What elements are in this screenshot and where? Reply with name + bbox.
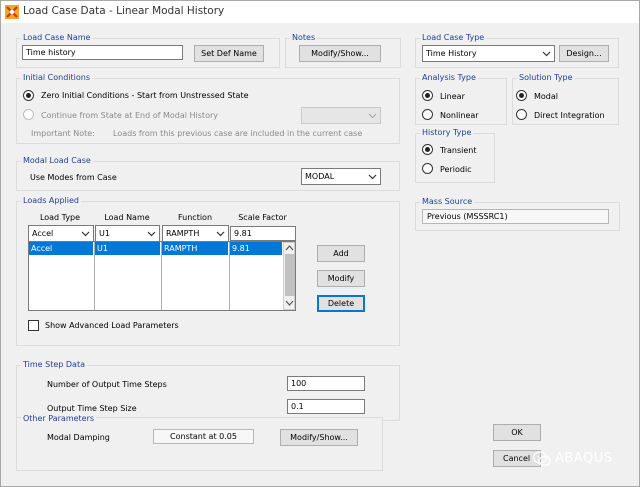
load-type-value: Accel (32, 229, 54, 238)
transient-radio[interactable] (422, 144, 433, 155)
periodic-label: Periodic (440, 165, 472, 174)
analysis-type-label: Analysis Type (420, 72, 478, 84)
use-modes-label: Use Modes from Case (30, 173, 117, 182)
column-divider (161, 242, 162, 310)
modal-damping-label: Modal Damping (47, 433, 110, 442)
watermark-text: ABAQUS (555, 451, 613, 466)
chevron-down-icon (542, 51, 551, 57)
linear-radio[interactable] (422, 90, 433, 101)
chevron-down-icon (368, 113, 377, 119)
load-name-select[interactable]: U1 (95, 225, 160, 242)
scale-factor-input[interactable]: 9.81 (230, 226, 296, 241)
time-step-data-label: Time Step Data (21, 359, 87, 371)
load-case-name-label: Load Case Name (21, 32, 93, 44)
solution-type-label: Solution Type (517, 72, 575, 84)
nonlinear-radio[interactable] (422, 109, 433, 120)
mass-source-value: Previous (MSSSRC1) (422, 209, 609, 224)
initial-conditions-label: Initial Conditions (21, 72, 93, 84)
history-type-group: History Type (415, 127, 495, 183)
history-type-label: History Type (420, 127, 474, 139)
num-output-steps-label: Number of Output Time Steps (47, 380, 167, 389)
zero-initial-conditions-radio[interactable] (23, 90, 34, 101)
table-cell-scale-factor[interactable]: 9.81 (230, 242, 282, 255)
show-advanced-label: Show Advanced Load Parameters (45, 321, 179, 330)
delete-load-button[interactable]: Delete (317, 295, 365, 312)
notes-label: Notes (290, 32, 318, 44)
window-title: Load Case Data - Linear Modal History (23, 5, 225, 17)
transient-label: Transient (440, 146, 477, 155)
zero-initial-conditions-label: Zero Initial Conditions - Start from Uns… (41, 91, 249, 100)
continue-from-state-radio[interactable] (23, 109, 34, 120)
nonlinear-label: Nonlinear (440, 111, 479, 120)
scroll-up-icon[interactable] (285, 244, 294, 252)
table-cell-load-type[interactable]: Accel (29, 242, 93, 255)
periodic-radio[interactable] (422, 163, 433, 174)
table-cell-load-name[interactable]: U1 (95, 242, 160, 255)
continue-from-state-label: Continue from State at End of Modal Hist… (41, 111, 218, 120)
chevron-down-icon (147, 231, 156, 237)
column-divider (229, 242, 230, 310)
show-advanced-checkbox[interactable] (28, 320, 39, 331)
column-divider (94, 242, 95, 310)
modify-load-button[interactable]: Modify (317, 270, 365, 287)
loads-list-scrollbar[interactable] (283, 242, 295, 310)
load-case-type-value: Time History (426, 49, 477, 58)
loads-applied-label: Loads Applied (21, 195, 81, 207)
column-header-load-name: Load Name (104, 213, 150, 222)
column-header-load-type: Load Type (39, 213, 81, 222)
important-note-text: Loads from this previous case are includ… (113, 129, 363, 138)
add-load-button[interactable]: Add (317, 245, 365, 262)
other-parameters-label: Other Parameters (21, 413, 97, 425)
previous-case-select[interactable] (301, 107, 381, 124)
ok-button[interactable]: OK (493, 424, 541, 441)
load-name-value: U1 (99, 229, 110, 238)
function-select[interactable]: RAMPTH (162, 225, 229, 242)
chevron-down-icon (368, 174, 377, 180)
mass-source-label: Mass Source (420, 196, 475, 208)
load-case-dialog: Load Case Data - Linear Modal History Lo… (0, 0, 640, 487)
load-case-type-select[interactable]: Time History (422, 45, 555, 62)
modal-radio[interactable] (516, 90, 527, 101)
load-case-type-label: Load Case Type (420, 32, 487, 44)
title-bar: Load Case Data - Linear Modal History (1, 1, 639, 23)
output-step-size-label: Output Time Step Size (47, 404, 137, 413)
direct-integration-radio[interactable] (516, 109, 527, 120)
linear-label: Linear (440, 92, 465, 101)
scrollbar-thumb[interactable] (285, 254, 295, 296)
wechat-icon (533, 451, 551, 467)
table-cell-function[interactable]: RAMPTH (162, 242, 228, 255)
direct-integration-label: Direct Integration (534, 111, 605, 120)
column-header-scale-factor: Scale Factor (238, 213, 287, 222)
modal-case-value: MODAL (305, 172, 335, 181)
damping-modify-show-button[interactable]: Modify/Show... (280, 429, 358, 446)
modal-label: Modal (534, 92, 558, 101)
notes-modify-show-button[interactable]: Modify/Show... (299, 45, 381, 62)
column-header-function: Function (177, 213, 213, 222)
scroll-down-icon[interactable] (285, 299, 294, 307)
app-icon (5, 5, 19, 19)
important-note-label: Important Note: (31, 129, 95, 138)
output-step-size-input[interactable]: 0.1 (287, 399, 365, 414)
chevron-down-icon (81, 231, 90, 237)
modal-load-case-label: Modal Load Case (21, 155, 93, 167)
design-button[interactable]: Design... (559, 45, 609, 62)
load-type-select[interactable]: Accel (28, 225, 94, 242)
load-case-name-input[interactable]: Time history (22, 45, 183, 60)
chevron-down-icon (216, 231, 225, 237)
modal-case-select[interactable]: MODAL (301, 168, 381, 185)
set-def-name-button[interactable]: Set Def Name (194, 45, 264, 62)
num-output-steps-input[interactable]: 100 (287, 376, 365, 391)
modal-damping-value: Constant at 0.05 (153, 429, 254, 444)
function-value: RAMPTH (166, 229, 200, 238)
